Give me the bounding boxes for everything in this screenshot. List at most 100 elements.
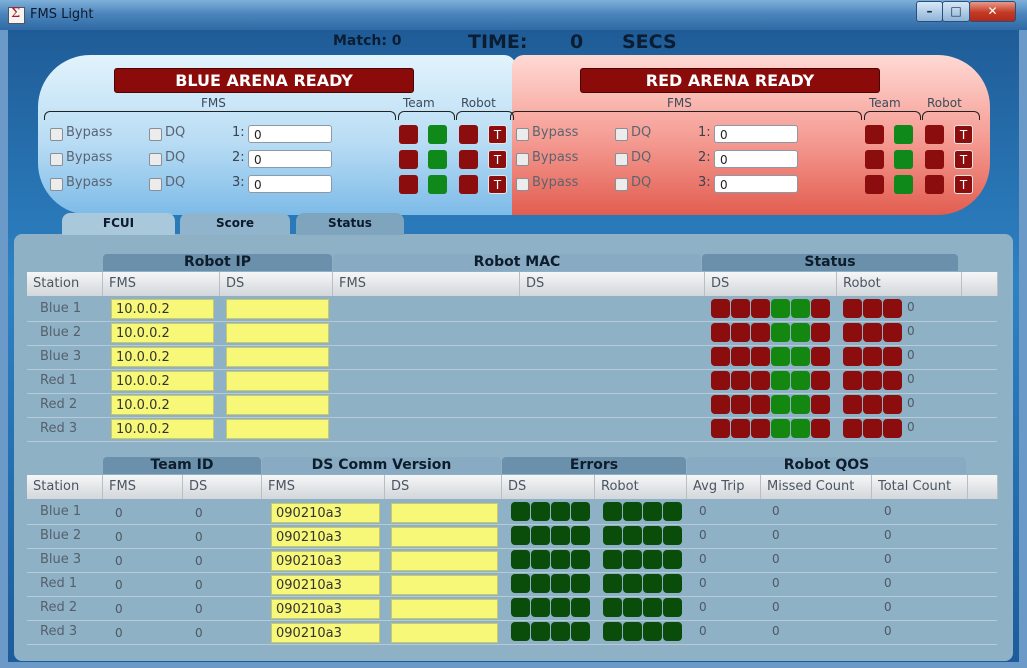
ds-status-indicator [731, 419, 750, 438]
table2-column-header: FMS [103, 475, 183, 499]
table2-column-header: Missed Count [761, 475, 872, 499]
team-number-input[interactable]: 0 [248, 150, 332, 168]
minimize-button[interactable]: – [916, 1, 943, 22]
robot-enable-toggle[interactable]: T [954, 150, 973, 169]
robot-error-indicator [603, 502, 622, 521]
ds-status-indicator [811, 323, 830, 342]
ds-status-indicator [791, 347, 810, 366]
robot-error-indicator [643, 574, 662, 593]
title-bar[interactable] [0, 0, 1027, 30]
tab-score[interactable]: Score [180, 213, 290, 235]
ds-comm-version-fms-cell: 090210a3 [271, 503, 380, 523]
robot-status-indicator [883, 347, 902, 366]
robot-enable-toggle[interactable]: T [488, 125, 507, 144]
robot-status-indicator [863, 371, 882, 390]
close-button[interactable]: ✕ [969, 1, 1016, 22]
ds-status-indicator [751, 347, 770, 366]
robot-status-count: 0 [907, 372, 915, 386]
match-number: Match: 0 [333, 33, 402, 49]
table1-column-header: Robot [837, 272, 962, 296]
team-number-input[interactable]: 0 [714, 125, 798, 143]
ds-error-indicator [511, 502, 530, 521]
ds-status-indicator [791, 371, 810, 390]
robot-status-indicator [863, 299, 882, 318]
robot-enable-toggle[interactable]: T [954, 175, 973, 194]
row-divider [27, 644, 997, 645]
dq-checkbox[interactable] [615, 153, 628, 166]
ds-status-indicator [731, 371, 750, 390]
robot-error-indicator [663, 574, 682, 593]
robot-status-indicator [925, 125, 944, 144]
total-count-value: 0 [884, 552, 892, 566]
bypass-checkbox[interactable] [50, 128, 63, 141]
ds-comm-version-fms-cell: 090210a3 [271, 575, 380, 595]
bypass-label: Bypass [532, 175, 579, 190]
station-label: Red 3 [40, 624, 78, 639]
robot-ip-fms-cell: 10.0.0.2 [111, 299, 214, 319]
robot-error-indicator [663, 502, 682, 521]
robot-status-indicator [883, 323, 902, 342]
team-id-group-header: Team ID [103, 457, 261, 474]
ds-status-indicator [771, 419, 790, 438]
dq-checkbox[interactable] [615, 128, 628, 141]
bypass-label: Bypass [532, 125, 579, 140]
red-arena-team-bracket [864, 111, 921, 120]
robot-status-indicator [863, 323, 882, 342]
station-number: 3: [698, 175, 711, 190]
team-status-indicator [399, 125, 418, 144]
robot-error-indicator [623, 502, 642, 521]
team-id-fms-value: 0 [115, 578, 123, 592]
bypass-label: Bypass [66, 125, 113, 140]
dq-label: DQ [631, 125, 652, 140]
robot-enable-toggle[interactable]: T [488, 175, 507, 194]
ds-error-indicator [531, 550, 550, 569]
ds-error-indicator [571, 526, 590, 545]
tab-status[interactable]: Status [296, 213, 404, 235]
robot-ip-fms-cell: 10.0.0.2 [111, 395, 214, 415]
dq-checkbox[interactable] [149, 153, 162, 166]
bypass-checkbox[interactable] [50, 153, 63, 166]
team-number-input[interactable]: 0 [248, 175, 332, 193]
blue-arena-robot-group-label: Robot [461, 96, 496, 110]
dq-checkbox[interactable] [149, 128, 162, 141]
avg-trip-value: 0 [699, 576, 707, 590]
ds-comm-version-group-header: DS Comm Version [262, 457, 501, 474]
ds-status-indicator [711, 419, 730, 438]
blue-arena-robot-bracket [456, 111, 514, 120]
ds-error-indicator [511, 598, 530, 617]
bypass-label: Bypass [66, 150, 113, 165]
bypass-checkbox[interactable] [516, 153, 529, 166]
team-status-indicator [865, 150, 884, 169]
avg-trip-value: 0 [699, 600, 707, 614]
missed-count-value: 0 [772, 576, 780, 590]
team-number-input[interactable]: 0 [248, 125, 332, 143]
dq-checkbox[interactable] [149, 178, 162, 191]
bypass-checkbox[interactable] [50, 178, 63, 191]
maximize-button[interactable]: □ [942, 1, 970, 22]
status-group-header: Status [702, 254, 958, 271]
ds-comm-version-fms-cell: 090210a3 [271, 527, 380, 547]
ds-status-indicator [791, 299, 810, 318]
robot-enable-toggle[interactable]: T [488, 150, 507, 169]
window-frame [1019, 30, 1027, 662]
team-number-input[interactable]: 0 [714, 175, 798, 193]
robot-status-count: 0 [907, 396, 915, 410]
dq-label: DQ [631, 175, 652, 190]
table2-column-header: DS [183, 475, 262, 499]
station-label: Red 2 [40, 600, 78, 615]
red-arena-robot-group-label: Robot [927, 96, 962, 110]
avg-trip-value: 0 [699, 624, 707, 638]
table2-column-header: Total Count [872, 475, 968, 499]
tab-fcui[interactable]: FCUI [62, 213, 175, 235]
dq-checkbox[interactable] [615, 178, 628, 191]
robot-error-indicator [623, 574, 642, 593]
station-number: 3: [232, 175, 245, 190]
bypass-checkbox[interactable] [516, 178, 529, 191]
window-title: FMS Light [30, 7, 94, 22]
bypass-checkbox[interactable] [516, 128, 529, 141]
ds-error-indicator [551, 574, 570, 593]
robot-enable-toggle[interactable]: T [954, 125, 973, 144]
team-number-input[interactable]: 0 [714, 150, 798, 168]
robot-status-indicator [883, 371, 902, 390]
robot-error-indicator [663, 550, 682, 569]
